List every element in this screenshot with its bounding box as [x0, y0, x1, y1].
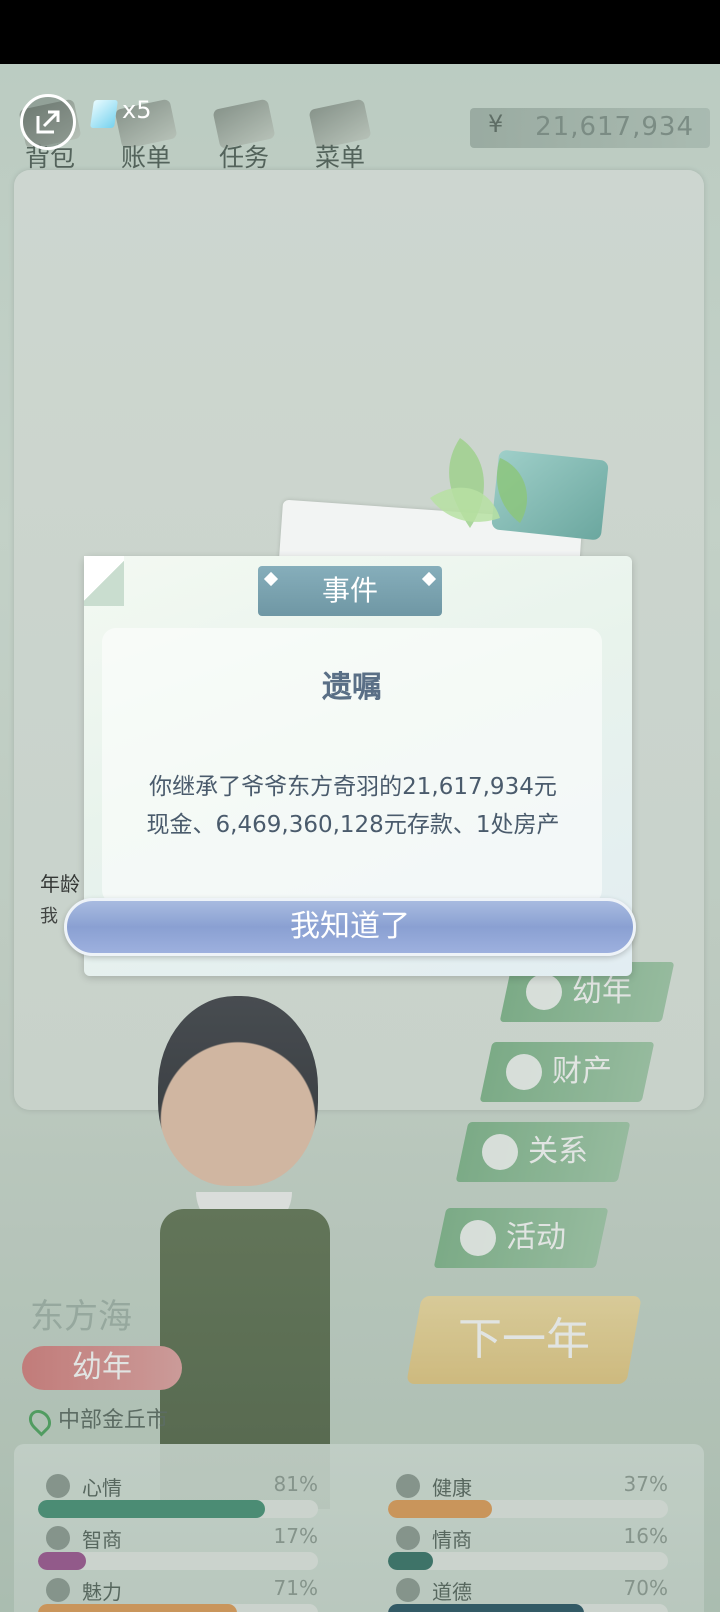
dialog-title: 遗嘱	[322, 670, 382, 705]
acknowledge-button[interactable]: 我知道了	[64, 898, 636, 956]
dialog-body-line: 现金、6,469,360,128元存款、1处房产	[146, 812, 560, 838]
diamond-dot-icon	[421, 571, 437, 587]
dialog-tab-label: 事件	[321, 574, 378, 607]
dialog-body-line: 你继承了爷爷东方奇羽的21,617,934元	[149, 774, 557, 800]
leaf-decoration	[430, 438, 528, 528]
share-button[interactable]	[20, 94, 76, 150]
dialog-folded-corner	[84, 556, 124, 606]
dialog-body: 你继承了爷爷东方奇羽的21,617,934元 现金、6,469,360,128元…	[118, 768, 588, 844]
dialog-tab: 事件	[258, 566, 442, 616]
diamond-count: x5	[122, 96, 152, 124]
share-icon	[36, 110, 60, 134]
diamond-dot-icon	[263, 571, 279, 587]
diamond-icon	[90, 100, 118, 128]
